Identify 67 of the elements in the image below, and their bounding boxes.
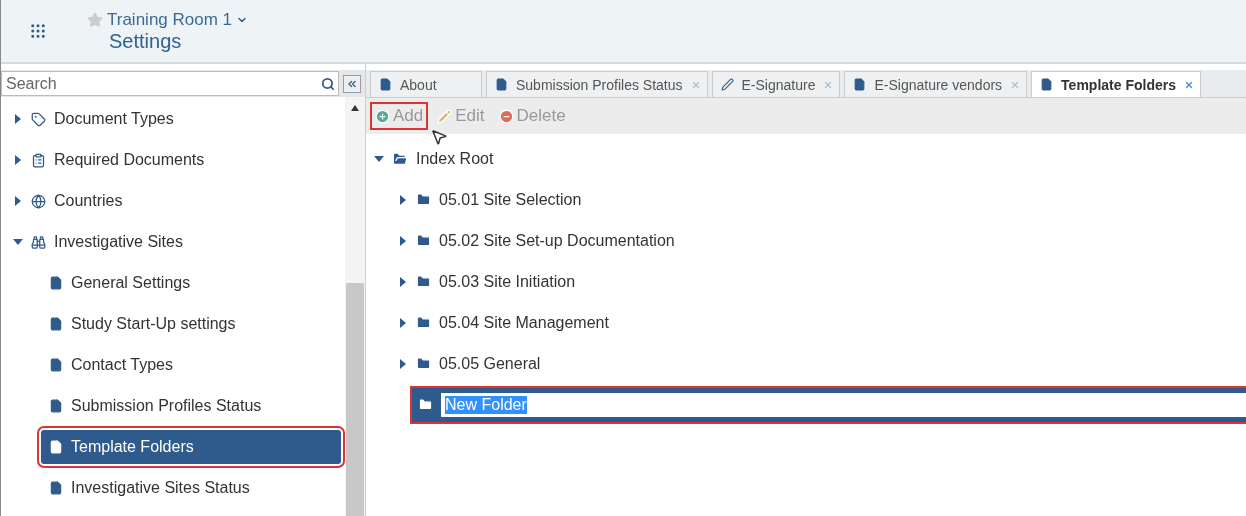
tree-node[interactable]: 05.03 Site Initiation <box>439 272 576 291</box>
caret-right-icon[interactable] <box>398 194 408 205</box>
search-icon[interactable] <box>321 76 335 91</box>
folder-icon <box>418 397 433 412</box>
page-title: Settings <box>109 29 183 53</box>
page-icon <box>379 78 392 91</box>
tree-node[interactable]: 05.04 Site Management <box>439 313 609 332</box>
caret-right-icon[interactable] <box>398 235 408 246</box>
clipboard-icon <box>31 152 46 168</box>
open-folder-icon <box>392 150 408 167</box>
tree-node[interactable]: 05.05 General <box>439 354 541 373</box>
scroll-up-icon[interactable] <box>351 105 359 111</box>
scrollbar[interactable] <box>345 97 365 516</box>
page-icon <box>495 78 508 91</box>
folder-icon <box>416 274 431 289</box>
sidebar-item[interactable]: Contact Types <box>41 348 341 382</box>
tab[interactable]: Submission Profiles Status <box>486 71 708 97</box>
caret-right-icon[interactable] <box>398 317 408 328</box>
add-icon <box>375 108 390 124</box>
caret-right-icon[interactable] <box>13 114 23 124</box>
star-icon[interactable] <box>87 11 103 28</box>
folder-icon <box>416 233 431 248</box>
sidebar-item[interactable]: Document Types <box>5 102 341 136</box>
page-icon <box>49 440 63 454</box>
minus-icon <box>498 108 514 124</box>
mouse-cursor-icon <box>430 128 448 146</box>
caret-right-icon[interactable] <box>13 155 23 165</box>
scroll-thumb[interactable] <box>346 283 364 516</box>
caret-right-icon[interactable] <box>13 196 23 206</box>
caret-right-icon[interactable] <box>398 276 408 287</box>
page-icon <box>853 78 867 91</box>
room-name[interactable]: Training Room 1 <box>107 9 233 30</box>
page-icon <box>49 481 63 495</box>
tab[interactable]: Template Folders <box>1031 71 1201 97</box>
search-field[interactable]: Search <box>1 71 339 96</box>
globe-icon <box>31 193 46 209</box>
pen-icon <box>720 78 734 91</box>
tab[interactable]: About <box>370 71 482 97</box>
page-icon <box>49 399 63 413</box>
caret-down-icon[interactable] <box>13 237 23 247</box>
caret-down-icon[interactable] <box>374 153 384 164</box>
apps-grid-icon[interactable] <box>29 22 47 40</box>
tag-icon <box>31 111 46 127</box>
sidebar-item[interactable]: Required Documents <box>5 143 341 177</box>
page-icon <box>49 317 63 331</box>
tree-node[interactable]: Index Root <box>416 149 494 168</box>
sidebar-item[interactable]: Study Start-Up settings <box>41 307 341 341</box>
tab[interactable]: E-Signature <box>711 71 841 97</box>
collapse-panel-button[interactable] <box>343 74 361 93</box>
sidebar-item[interactable]: Countries <box>5 184 341 218</box>
pencil-icon <box>437 108 453 124</box>
sidebar-item[interactable]: Investigative Sites Status <box>41 471 341 505</box>
sidebar-item[interactable]: General Settings <box>41 266 341 300</box>
tree-node[interactable]: 05.02 Site Set-up Documentation <box>439 231 675 250</box>
page-icon <box>49 276 63 290</box>
page-icon <box>1040 78 1054 91</box>
folder-icon <box>416 315 431 330</box>
sidebar-item[interactable]: Investigative Sites <box>5 225 341 259</box>
close-icon[interactable] <box>1184 79 1194 90</box>
sidebar-item[interactable]: Submission Profiles Status <box>41 389 341 423</box>
tree-node[interactable]: 05.01 Site Selection <box>439 190 582 209</box>
folder-icon <box>416 192 431 207</box>
folder-icon <box>416 356 431 371</box>
binoculars-icon <box>31 234 46 250</box>
caret-right-icon[interactable] <box>398 358 408 369</box>
tab[interactable]: E-Signature vendors <box>844 71 1028 97</box>
page-icon <box>49 358 63 372</box>
